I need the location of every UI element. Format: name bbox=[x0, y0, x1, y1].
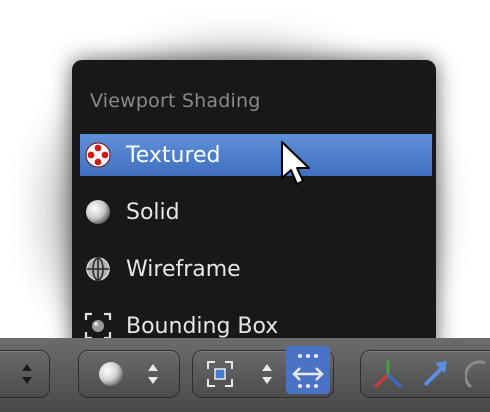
updown-arrows-icon bbox=[148, 364, 158, 384]
updown-arrows-icon bbox=[22, 364, 32, 384]
pivot-point-icon[interactable] bbox=[205, 359, 235, 389]
menu-item-wireframe[interactable]: Wireframe bbox=[80, 248, 432, 290]
viewport-shading-menu: Viewport Shading Textured Solid Wirefram… bbox=[72, 60, 436, 360]
menu-item-textured[interactable]: Textured bbox=[80, 134, 432, 176]
bounding-box-icon bbox=[84, 312, 112, 340]
menu-item-solid[interactable]: Solid bbox=[80, 191, 432, 233]
menu-title: Viewport Shading bbox=[90, 90, 261, 112]
textured-icon bbox=[84, 141, 112, 169]
wireframe-sphere-icon bbox=[84, 255, 112, 283]
menu-item-label: Textured bbox=[126, 142, 221, 168]
transform-manipulator-icon[interactable] bbox=[371, 357, 405, 391]
menu-item-label: Wireframe bbox=[126, 256, 241, 282]
viewport-header-toolbar bbox=[0, 338, 490, 412]
snap-drag-icon bbox=[292, 354, 324, 388]
mouse-cursor-icon bbox=[280, 140, 314, 192]
translate-arrow-icon[interactable] bbox=[419, 357, 453, 391]
menu-item-label: Bounding Box bbox=[126, 313, 279, 339]
shading-selector-button[interactable] bbox=[78, 350, 180, 398]
mode-selector-button[interactable] bbox=[0, 350, 50, 398]
shading-sphere-icon bbox=[99, 362, 123, 386]
updown-arrows-icon bbox=[262, 364, 272, 384]
manipulator-group bbox=[360, 350, 490, 398]
rotate-icon[interactable] bbox=[465, 357, 490, 391]
solid-sphere-icon bbox=[84, 198, 112, 226]
menu-item-label: Solid bbox=[126, 199, 180, 225]
snap-drag-button[interactable] bbox=[286, 346, 330, 394]
